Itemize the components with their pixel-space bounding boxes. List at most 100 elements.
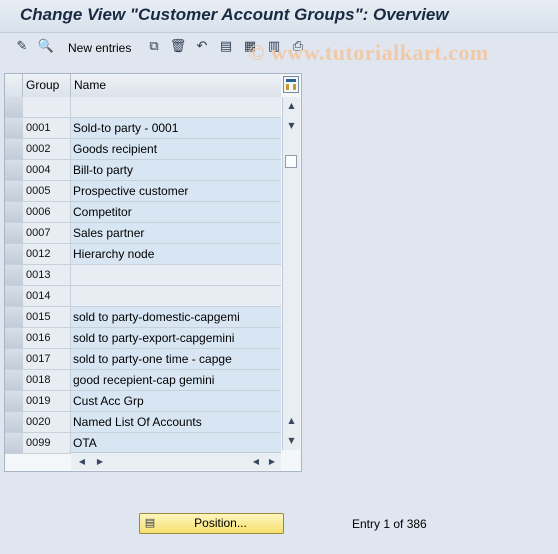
copy-icon[interactable]: ⧉ [146,38,162,54]
display-change-icon[interactable]: ✎ [14,38,30,54]
new-entries-button[interactable]: New entries [68,41,131,55]
row-selector[interactable] [5,391,24,411]
scroll-right-icon[interactable]: ▶ [93,453,107,469]
table-row[interactable]: 0004 Bill-to party [5,160,281,181]
table-row[interactable]: 0002 Goods recipient [5,139,281,160]
selector-header[interactable] [5,74,23,97]
group-cell: 0017 [23,349,71,369]
name-cell[interactable]: good recepient-cap gemini [71,370,281,390]
group-cell: 0014 [23,286,71,306]
delete-icon[interactable]: 🗑 [170,38,187,54]
group-cell: 0002 [23,139,71,159]
account-groups-table: Group Name 0001 Sold-to party - 0001 0002 G… [4,73,302,472]
row-selector[interactable] [5,370,24,390]
name-cell[interactable]: Named List Of Accounts [71,412,281,432]
table-row[interactable]: 0006 Competitor [5,202,281,223]
name-cell[interactable]: OTA [71,433,281,453]
scroll-up-icon[interactable]: ▲ [283,97,300,114]
name-cell[interactable]: Sales partner [71,223,281,243]
table-row[interactable]: 0007 Sales partner [5,223,281,244]
group-cell: 0099 [23,433,71,453]
scroll-thumb[interactable] [285,155,297,168]
name-cell[interactable]: Sold-to party - 0001 [71,118,281,138]
column-header-group[interactable]: Group [23,74,71,97]
row-selector[interactable] [5,433,24,453]
group-cell: 0018 [23,370,71,390]
table-row[interactable]: 0099 OTA [5,433,281,454]
name-cell[interactable]: sold to party-one time - capge [71,349,281,369]
name-cell[interactable] [71,286,281,306]
table-row[interactable] [5,97,281,118]
undo-icon[interactable]: ↶ [194,38,210,54]
group-cell: 0020 [23,412,71,432]
table-row[interactable]: 0014 [5,286,281,307]
row-selector[interactable] [5,139,24,159]
table-row[interactable]: 0016 sold to party-export-capgemini [5,328,281,349]
row-selector[interactable] [5,286,24,306]
row-selector[interactable] [5,118,24,138]
table-row[interactable]: 0001 Sold-to party - 0001 [5,118,281,139]
scroll-down-step-icon[interactable]: ▲ [283,412,300,429]
table-row[interactable]: 0005 Prospective customer [5,181,281,202]
table-row[interactable]: 0020 Named List Of Accounts [5,412,281,433]
group-cell: 0007 [23,223,71,243]
row-selector[interactable] [5,181,24,201]
name-cell[interactable]: Hierarchy node [71,244,281,264]
table-settings-icon[interactable] [283,76,299,93]
horizontal-scrollbar-name[interactable]: ◀ ▶ [71,452,247,470]
scroll-left-icon[interactable]: ◀ [249,453,263,469]
group-cell: 0006 [23,202,71,222]
group-cell: 0012 [23,244,71,264]
page-title: Change View "Customer Account Groups": O… [20,5,449,24]
name-cell[interactable]: Bill-to party [71,160,281,180]
position-button[interactable]: ▤ Position... [139,513,284,534]
scroll-down-icon[interactable]: ▼ [283,432,300,449]
row-selector[interactable] [5,328,24,348]
row-selector[interactable] [5,307,24,327]
table-row[interactable]: 0018 good recepient-cap gemini [5,370,281,391]
position-button-label: Position... [194,516,247,530]
scroll-left-icon[interactable]: ◀ [75,453,89,469]
title-bar: Change View "Customer Account Groups": O… [0,0,558,33]
column-header-name[interactable]: Name [71,74,281,97]
name-cell[interactable]: sold to party-export-capgemini [71,328,281,348]
name-cell[interactable]: sold to party-domestic-capgemi [71,307,281,327]
group-cell: 0004 [23,160,71,180]
row-selector[interactable] [5,202,24,222]
table-row[interactable]: 0017 sold to party-one time - capge [5,349,281,370]
find-icon[interactable]: 🔍 [38,38,54,54]
table-header: Group Name [5,74,281,98]
row-selector[interactable] [5,244,24,264]
table-row[interactable]: 0015 sold to party-domestic-capgemi [5,307,281,328]
watermark: © www.tutorialkart.com [248,40,489,65]
row-selector[interactable] [5,223,24,243]
row-selector[interactable] [5,265,24,285]
select-all-icon[interactable]: ▤ [218,38,234,54]
scroll-up-step-icon[interactable]: ▼ [283,117,300,134]
table-row[interactable]: 0013 [5,265,281,286]
table-row[interactable]: 0012 Hierarchy node [5,244,281,265]
name-cell[interactable] [71,97,281,117]
name-cell[interactable] [71,265,281,285]
group-cell: 0005 [23,181,71,201]
entry-counter: Entry 1 of 386 [352,517,427,531]
row-selector[interactable] [5,97,24,117]
group-cell: 0013 [23,265,71,285]
name-cell[interactable]: Goods recipient [71,139,281,159]
table-body: 0001 Sold-to party - 0001 0002 Goods recipi… [5,97,281,454]
name-cell[interactable]: Competitor [71,202,281,222]
row-selector[interactable] [5,349,24,369]
group-cell: 0001 [23,118,71,138]
name-cell[interactable]: Prospective customer [71,181,281,201]
group-cell: 0015 [23,307,71,327]
table-row[interactable]: 0019 Cust Acc Grp [5,391,281,412]
group-cell: 0016 [23,328,71,348]
row-selector[interactable] [5,160,24,180]
vertical-scrollbar[interactable]: ▲ ▼ ▲ ▼ [282,97,300,450]
name-cell[interactable]: Cust Acc Grp [71,391,281,411]
scroll-right-icon[interactable]: ▶ [265,453,279,469]
group-cell: 0019 [23,391,71,411]
row-selector[interactable] [5,412,24,432]
group-cell [23,97,71,117]
horizontal-scrollbar-right[interactable]: ◀ ▶ [247,452,281,470]
